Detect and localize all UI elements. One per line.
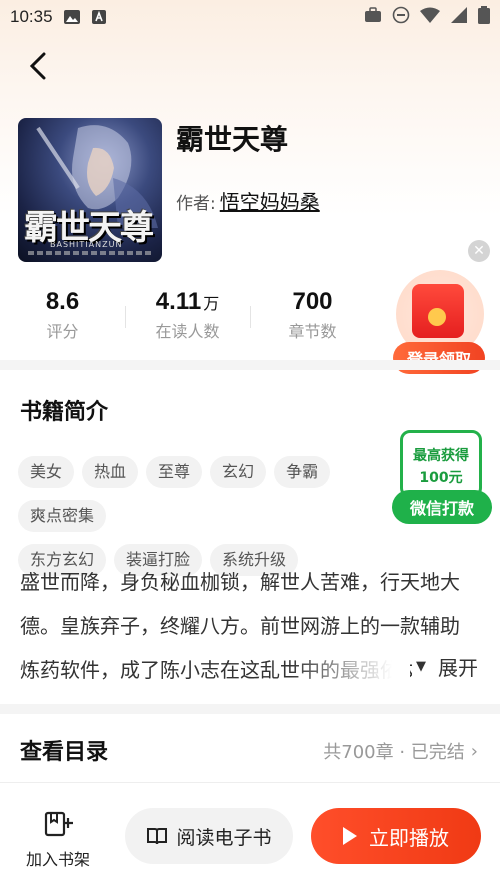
play-now-button[interactable]: 立即播放 [311, 808, 481, 864]
catalog-info[interactable]: 共700章 · 已完结 › [323, 738, 478, 764]
author-row: 作者: 悟空妈妈桑 [176, 186, 320, 215]
bookshelf-add-icon [44, 811, 73, 837]
stat-readers-unit: 万 [203, 296, 220, 313]
synopsis-fade [290, 648, 410, 688]
book-open-icon [147, 828, 168, 845]
stat-chapters: 700 章节数 [250, 288, 375, 348]
play-icon [343, 827, 357, 845]
author-link[interactable]: 悟空妈妈桑 [220, 186, 320, 215]
section-divider [0, 704, 500, 714]
cover-pinyin: BASHITIANZUN [50, 240, 123, 249]
tag-chip[interactable]: 至尊 [146, 456, 203, 488]
battery-icon [478, 5, 490, 29]
expand-label: 展开 [438, 656, 478, 680]
close-promo-button[interactable]: ✕ [468, 240, 490, 262]
intro-title: 书籍简介 [20, 400, 109, 425]
stat-rating-value: 8.6 [45, 288, 80, 315]
book-stats: 8.6 评分 4.11 万 在读人数 700 章节数 [0, 288, 390, 348]
author-label: 作者: [176, 194, 216, 214]
status-time: 10:35 [10, 7, 53, 26]
do-not-disturb-icon [392, 6, 410, 29]
catalog-title: 查看目录 [20, 740, 109, 765]
stat-readers: 4.11 万 在读人数 [125, 288, 250, 348]
status-bar: 10:35 [0, 0, 500, 34]
wifi-icon [420, 7, 440, 28]
back-button[interactable] [22, 50, 54, 82]
font-app-icon [91, 9, 107, 25]
wechat-reward-card[interactable]: 最高获得 100元 [400, 430, 482, 498]
triangle-down-icon: ▼ [416, 659, 426, 674]
wechat-reward-amount: 100元 [419, 470, 463, 486]
stat-chapters-label: 章节数 [288, 322, 337, 341]
chevron-left-icon [29, 52, 46, 80]
cover-fine-print [28, 251, 152, 255]
stat-rating: 8.6 评分 [0, 288, 125, 348]
add-to-shelf-button[interactable]: 加入书架 [18, 810, 98, 870]
catalog-summary: 共700章 · 已完结 [323, 742, 465, 763]
book-title: 霸世天尊 [176, 123, 289, 156]
chevron-right-icon: › [470, 740, 478, 762]
stat-readers-label: 在读人数 [155, 322, 220, 341]
gallery-icon [63, 9, 81, 25]
tag-chip[interactable]: 热血 [82, 456, 139, 488]
read-ebook-label: 阅读电子书 [176, 826, 272, 849]
add-to-shelf-label: 加入书架 [25, 850, 90, 869]
tag-chip[interactable]: 争霸 [274, 456, 331, 488]
book-cover[interactable]: 霸世天尊 BASHITIANZUN [18, 118, 162, 262]
play-now-label: 立即播放 [369, 825, 449, 850]
briefcase-icon [364, 6, 382, 28]
wechat-reward-line1: 最高获得 [413, 448, 469, 464]
tag-chip[interactable]: 美女 [18, 456, 75, 488]
section-divider [0, 360, 500, 370]
wechat-payout-button[interactable]: 微信打款 [392, 490, 492, 524]
expand-synopsis-button[interactable]: ▼ 展开 [412, 652, 478, 681]
stat-chapters-value: 700 [292, 288, 333, 315]
read-ebook-button[interactable]: 阅读电子书 [125, 808, 293, 864]
signal-icon [450, 6, 468, 28]
red-envelope-icon [412, 284, 464, 338]
stat-rating-label: 评分 [46, 322, 79, 341]
stat-readers-value: 4.11 [155, 288, 202, 315]
tag-chip[interactable]: 爽点密集 [18, 500, 107, 532]
tag-chip[interactable]: 玄幻 [210, 456, 267, 488]
